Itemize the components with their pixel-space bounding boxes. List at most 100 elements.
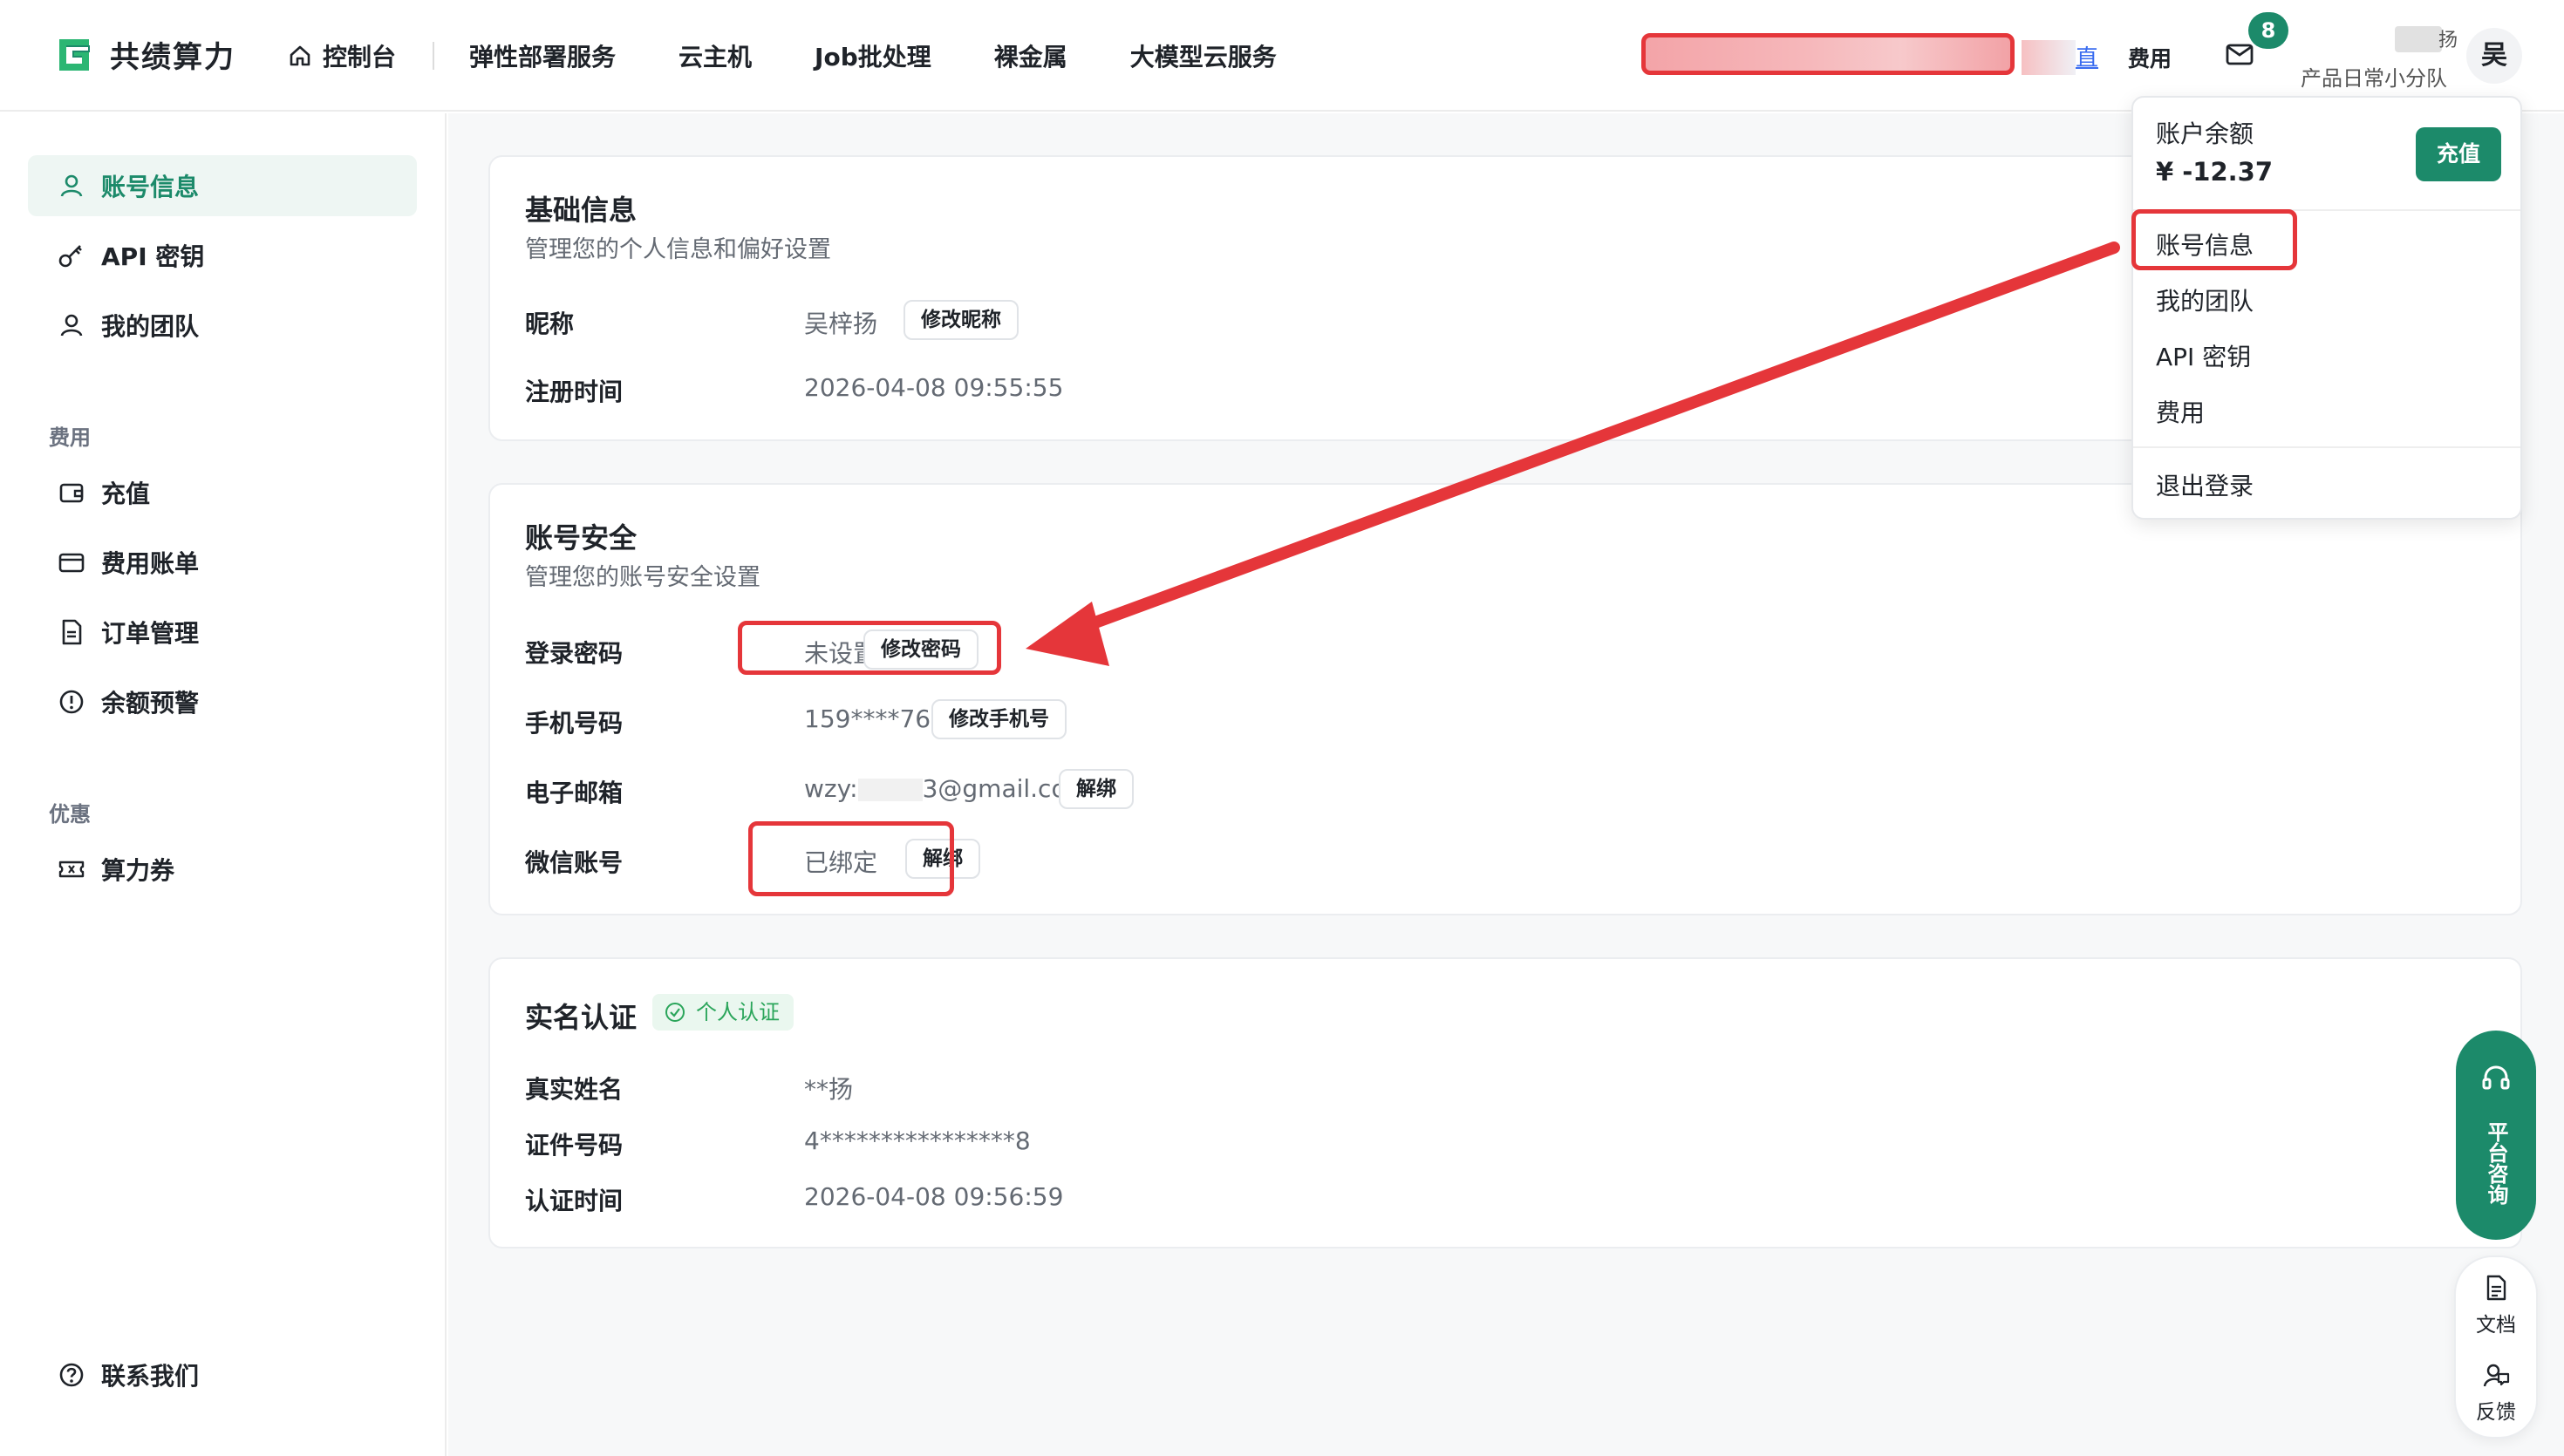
nav-bare-metal[interactable]: 裸金属: [994, 38, 1067, 73]
headset-icon: [2482, 1065, 2510, 1090]
home-icon: [290, 45, 310, 66]
nav-cloud-host[interactable]: 云主机: [679, 38, 752, 73]
sidebar-item-api-key[interactable]: API 密钥: [28, 225, 417, 286]
register-time-label: 注册时间: [525, 378, 624, 406]
id-number-label: 证件号码: [525, 1131, 624, 1160]
top-fee-link[interactable]: 费用: [2128, 42, 2172, 73]
nav-elastic-deploy[interactable]: 弹性部署服务: [469, 38, 616, 73]
nav-console-label: 控制台: [323, 43, 397, 71]
personal-verified-tag: 个人认证: [652, 994, 794, 1031]
key-icon: [58, 245, 82, 268]
verify-time-label: 认证时间: [525, 1187, 624, 1215]
feedback-icon: [2483, 1364, 2510, 1387]
sidebar-group-promo: 优惠: [49, 802, 91, 827]
sidebar-item-label: 充值: [101, 480, 151, 508]
nav-llm-cloud[interactable]: 大模型云服务: [1130, 38, 1277, 73]
redacted-area-small: [2022, 40, 2076, 75]
feedback-button[interactable]: 反馈: [2456, 1360, 2536, 1425]
basic-info-title: 基础信息: [525, 194, 638, 227]
avatar[interactable]: 吴: [2466, 28, 2522, 84]
nickname-value: 吴梓扬: [804, 310, 878, 338]
top-link[interactable]: 直: [2076, 40, 2098, 72]
mail-badge: 8: [2248, 12, 2288, 49]
real-name-value: **扬: [804, 1075, 854, 1104]
sidebar-group-fee: 费用: [49, 425, 91, 450]
platform-consult-button[interactable]: 平台咨询: [2456, 1031, 2536, 1240]
main-nav: 控制台 弹性部署服务 云主机 Job批处理 裸金属 大模型云服务: [288, 0, 1340, 112]
dropdown-divider: [2133, 446, 2520, 448]
balance-value: ¥ -12.37: [2156, 157, 2274, 187]
mail-icon[interactable]: [2224, 38, 2255, 70]
email-prefix: wzy:: [804, 774, 858, 803]
feedback-label: 反馈: [2476, 1401, 2516, 1424]
sidebar-item-account-info[interactable]: 账号信息: [28, 155, 417, 216]
redacted-email-part: [857, 779, 923, 801]
id-number-value: 4****************8: [804, 1126, 1031, 1155]
personal-verified-text: 个人认证: [696, 1000, 780, 1024]
nav-console[interactable]: 控制台: [288, 38, 396, 73]
email-value: wzy: 3@gmail.com: [804, 774, 1090, 803]
redacted-username: [2395, 26, 2442, 52]
email-label: 电子邮箱: [525, 779, 624, 807]
nickname-label: 昵称: [525, 310, 575, 338]
card-icon: [58, 553, 85, 573]
sidebar-item-label: 订单管理: [101, 619, 200, 648]
docs-button[interactable]: 文档: [2456, 1273, 2536, 1337]
sidebar-item-label: API 密钥: [101, 242, 205, 271]
change-phone-button[interactable]: 修改手机号: [931, 699, 1067, 739]
wechat-label: 微信账号: [525, 848, 624, 877]
sidebar-item-contact[interactable]: 联系我们: [28, 1344, 417, 1405]
verify-time-value: 2026-04-08 09:56:59: [804, 1182, 1064, 1211]
user-icon: [60, 314, 83, 337]
menu-item-logout[interactable]: 退出登录: [2156, 467, 2254, 502]
menu-item-my-team[interactable]: 我的团队: [2156, 282, 2254, 317]
floating-tools: 文档 反馈: [2454, 1255, 2538, 1439]
sidebar-item-balance-alert[interactable]: 余额预警: [28, 671, 417, 732]
wallet-icon: [59, 483, 84, 503]
document-icon: [62, 619, 82, 645]
logo-text: 共绩算力: [110, 40, 235, 75]
help-icon: [59, 1363, 84, 1387]
annotation-box-account-info: [2131, 209, 2297, 270]
basic-info-subtitle: 管理您的个人信息和偏好设置: [525, 236, 831, 263]
nav-job-batch[interactable]: Job批处理: [815, 38, 931, 73]
user-dropdown-menu: 账户余额 ¥ -12.37 充值 账号信息 我的团队 API 密钥 费用 退出登…: [2131, 96, 2522, 520]
register-time-value: 2026-04-08 09:55:55: [804, 373, 1064, 402]
ticket-icon: [58, 861, 85, 878]
user-icon: [60, 174, 83, 197]
unbind-email-button[interactable]: 解绑: [1059, 769, 1134, 809]
sidebar-item-label: 余额预警: [101, 689, 200, 718]
security-subtitle: 管理您的账号安全设置: [525, 564, 760, 591]
nav-divider: [433, 42, 435, 70]
edit-nickname-button[interactable]: 修改昵称: [904, 300, 1019, 340]
team-name[interactable]: 产品日常小分队: [2301, 61, 2447, 92]
sidebar-item-label: 算力券: [101, 856, 175, 885]
username-tail: 扬: [2438, 30, 2458, 51]
sidebar-item-label: 账号信息: [101, 173, 200, 201]
menu-item-fee[interactable]: 费用: [2156, 394, 2205, 429]
logo-icon: [59, 38, 90, 71]
logo[interactable]: 共绩算力: [54, 33, 235, 76]
balance-label: 账户余额: [2156, 119, 2254, 148]
password-label: 登录密码: [525, 639, 624, 668]
sidebar-item-coupons[interactable]: 算力券: [28, 839, 417, 900]
sidebar: 账号信息 API 密钥 我的团队 费用 充值 费用账单 订单管理 余额预警 优惠…: [0, 113, 447, 1456]
top-bar: 共绩算力 控制台 弹性部署服务 云主机 Job批处理 裸金属 大模型云服务 直 …: [0, 0, 2564, 112]
document-icon: [2486, 1275, 2506, 1301]
sidebar-item-label: 我的团队: [101, 312, 200, 341]
sidebar-item-bills[interactable]: 费用账单: [28, 532, 417, 593]
sidebar-item-orders[interactable]: 订单管理: [28, 602, 417, 663]
real-name-label: 真实姓名: [525, 1075, 624, 1104]
sidebar-item-recharge[interactable]: 充值: [28, 462, 417, 523]
real-name-title: 实名认证: [525, 1001, 638, 1034]
alert-icon: [59, 690, 84, 714]
menu-item-api-key[interactable]: API 密钥: [2156, 338, 2251, 373]
platform-consult-label: 平台咨询: [2484, 1121, 2508, 1205]
security-title: 账号安全: [525, 521, 638, 555]
recharge-button[interactable]: 充值: [2416, 127, 2501, 181]
real-name-card: 实名认证 个人认证 真实姓名 **扬 证件号码 4***************…: [488, 957, 2522, 1248]
redacted-area: [1641, 33, 2015, 75]
docs-label: 文档: [2476, 1314, 2516, 1337]
check-circle-icon: [665, 1003, 685, 1022]
sidebar-item-my-team[interactable]: 我的团队: [28, 295, 417, 356]
